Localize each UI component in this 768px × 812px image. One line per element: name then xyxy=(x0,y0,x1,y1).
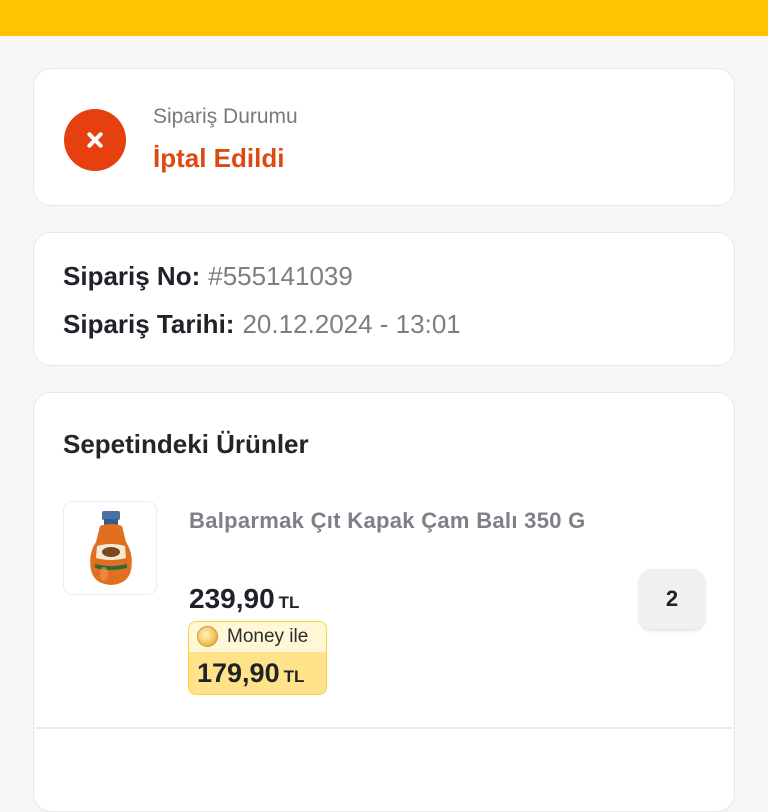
product-price: 239,90 TL xyxy=(189,583,299,615)
cart-products-card: Sepetindeki Ürünler Balparmak Çıt Kapak … xyxy=(33,392,735,812)
price-amount: 239,90 xyxy=(189,583,275,614)
close-icon xyxy=(64,109,126,171)
order-info-card: Sipariş No: #555141039 Sipariş Tarihi: 20.… xyxy=(33,232,735,366)
order-date-value: 20.12.2024 - 13:01 xyxy=(242,309,461,339)
order-number-value: #555141039 xyxy=(208,261,353,291)
money-label: Money ile xyxy=(227,626,309,647)
order-number-label: Sipariş No: xyxy=(63,261,201,291)
quantity-badge[interactable]: 2 xyxy=(639,569,705,629)
status-label: Sipariş Durumu xyxy=(153,105,298,128)
money-price: 179,90 TL xyxy=(197,658,304,689)
money-price-badge: Money ile 179,90 TL xyxy=(188,621,327,695)
order-date-row: Sipariş Tarihi: 20.12.2024 - 13:01 xyxy=(63,309,461,340)
order-date-label: Sipariş Tarihi: xyxy=(63,309,235,339)
money-price-amount: 179,90 xyxy=(197,658,280,688)
section-title: Sepetindeki Ürünler xyxy=(63,429,309,459)
divider xyxy=(34,727,734,729)
order-status-card: Sipariş Durumu İptal Edildi xyxy=(33,68,735,206)
top-app-bar xyxy=(0,0,768,36)
product-image[interactable] xyxy=(63,501,157,595)
order-number-row: Sipariş No: #555141039 xyxy=(63,261,353,292)
status-value: İptal Edildi xyxy=(153,143,285,173)
money-price-currency: TL xyxy=(283,667,305,686)
honey-bottle-icon xyxy=(90,511,132,585)
price-currency: TL xyxy=(278,593,300,612)
money-badge-header: Money ile xyxy=(189,622,326,652)
product-name[interactable]: Balparmak Çıt Kapak Çam Balı 350 G xyxy=(189,506,589,535)
money-coin-icon xyxy=(197,626,218,647)
